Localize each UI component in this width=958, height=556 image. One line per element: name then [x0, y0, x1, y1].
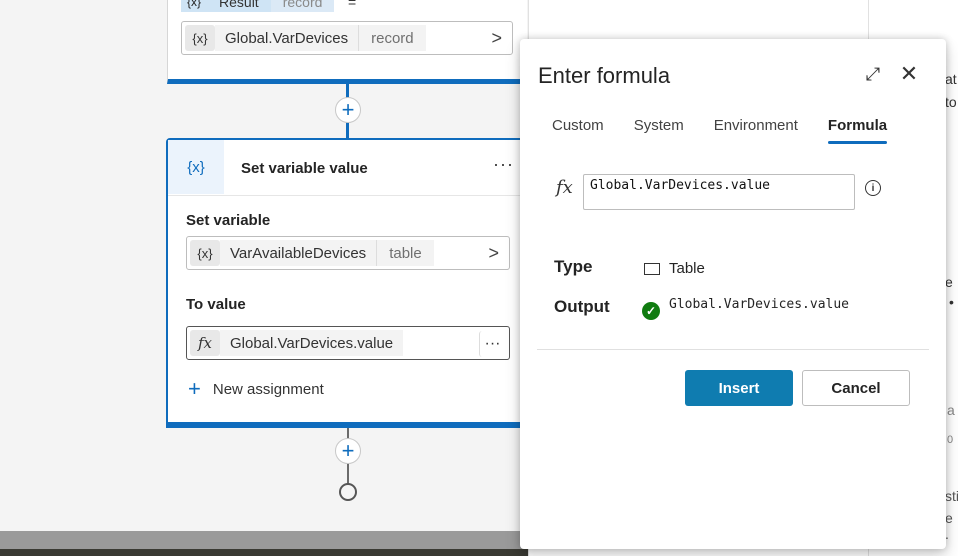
close-icon[interactable]: ✕ [898, 61, 920, 86]
pane-text-fragment: a [947, 402, 955, 418]
chevron-right-icon[interactable]: > [488, 243, 499, 264]
set-variable-card[interactable]: {x} Set variable value ··· Set variable … [166, 138, 528, 428]
type-label: Type [554, 257, 593, 276]
tab-environment[interactable]: Environment [714, 117, 798, 144]
value-text: Global.VarDevices.value [220, 330, 404, 356]
variable-icon: {x} [181, 0, 208, 12]
result-chip: {x} Result record [181, 0, 335, 12]
expand-icon[interactable]: ⤢ [862, 63, 884, 85]
chevron-right-icon[interactable]: > [491, 28, 502, 49]
pane-text-fragment: at [945, 71, 957, 87]
cancel-button[interactable]: Cancel [802, 370, 910, 406]
variable-name: VarAvailableDevices [220, 240, 377, 266]
variable-icon: {x} [190, 240, 220, 266]
result-type: record [270, 0, 335, 12]
result-label: Result [207, 0, 271, 12]
fx-icon: fx [190, 330, 220, 356]
equals-sign: = [348, 0, 357, 10]
card-title: Set variable value [241, 160, 368, 177]
variable-icon: {x} [168, 140, 224, 194]
output-value: Global.VarDevices.value [669, 297, 850, 312]
new-assignment-button[interactable]: + New assignment [188, 376, 324, 402]
set-variable-label: Set variable [186, 212, 271, 229]
value-text: Global.VarDevices [215, 25, 359, 51]
info-icon[interactable]: i [865, 180, 881, 196]
enter-formula-dialog: Enter formula ⤢ ✕ Custom System Environm… [520, 39, 946, 549]
new-assignment-label: New assignment [212, 380, 324, 398]
dialog-tabs: Custom System Environment Formula [552, 117, 917, 144]
plus-icon: + [188, 376, 201, 401]
previous-value-field[interactable]: {x} Global.VarDevices record > [181, 21, 513, 55]
flow-end-node [339, 483, 357, 501]
tab-custom[interactable]: Custom [552, 117, 604, 144]
output-label: Output [554, 297, 610, 316]
divider [537, 349, 929, 350]
card-header: {x} Set variable value ··· [168, 140, 526, 196]
more-options-icon[interactable]: ··· [479, 331, 505, 357]
variable-icon: {x} [185, 25, 215, 51]
add-action-button[interactable]: + [335, 97, 361, 123]
more-options-icon[interactable]: ··· [493, 154, 514, 175]
variable-field[interactable]: {x} VarAvailableDevices table > [186, 236, 510, 270]
type-value: Table [669, 260, 705, 277]
value-field[interactable]: fx Global.VarDevices.value ··· [186, 326, 510, 360]
pane-text-fragment: • [949, 294, 954, 310]
success-check-icon: ✓ [642, 302, 660, 320]
fx-icon: fx [556, 177, 573, 198]
pane-text-fragment: 0 [947, 434, 954, 446]
variable-type: table [376, 240, 434, 266]
to-value-label: To value [186, 296, 246, 313]
pane-text-fragment: e . [945, 510, 953, 542]
formula-input[interactable]: Global.VarDevices.value [583, 174, 855, 210]
pane-text-fragment: sti [945, 488, 958, 504]
pane-text-fragment: to [945, 94, 957, 110]
tab-system[interactable]: System [634, 117, 684, 144]
value-type: record [358, 25, 426, 51]
dialog-title: Enter formula [538, 63, 671, 88]
table-icon [644, 263, 660, 275]
add-action-button[interactable]: + [335, 438, 361, 464]
tab-formula[interactable]: Formula [827, 117, 888, 144]
insert-button[interactable]: Insert [685, 370, 793, 406]
pane-text-fragment: e [945, 274, 953, 290]
